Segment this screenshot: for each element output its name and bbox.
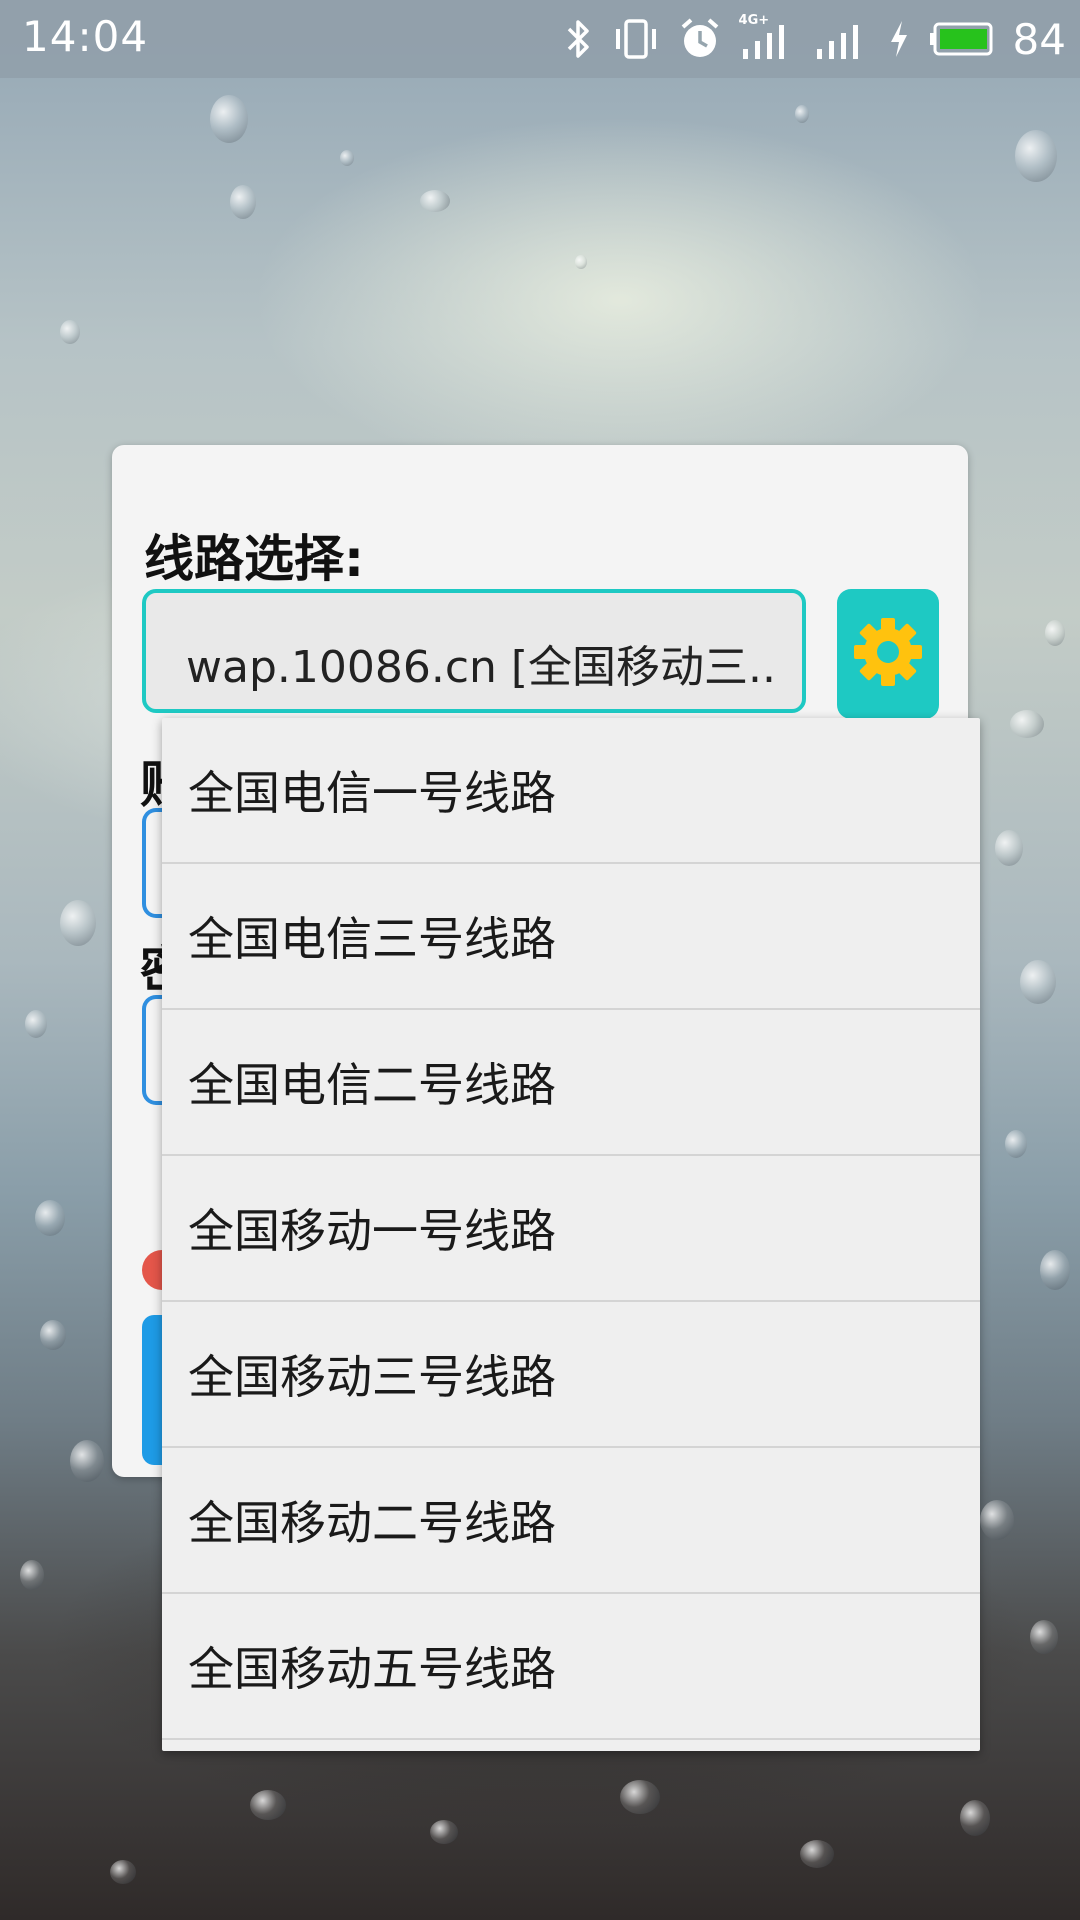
settings-button[interactable] [837, 589, 939, 719]
dropdown-item[interactable]: 全国电信三号线路 [162, 864, 980, 1010]
line-select-dropdown[interactable]: wap.10086.cn [全国移动三.. [142, 589, 806, 713]
vibrate-icon [611, 17, 661, 61]
line-select-label: 线路选择: [144, 530, 364, 588]
status-icons: 4G+ 84 [563, 10, 1066, 68]
line-select-value: wap.10086.cn [全国移动三.. [186, 642, 777, 693]
bluetooth-icon [563, 17, 593, 61]
battery-icon [929, 19, 995, 59]
charging-icon [887, 17, 911, 61]
alarm-icon [679, 17, 721, 61]
status-bar: 14:04 4G+ 84 [0, 0, 1080, 78]
dropdown-item[interactable]: 全国移动三号线路 [162, 1302, 980, 1448]
dropdown-item[interactable]: 全国移动二号线路 [162, 1448, 980, 1594]
dropdown-item[interactable]: 全国移动五号线路 [162, 1594, 980, 1740]
network-type-label: 4G+ [738, 13, 770, 28]
dropdown-item[interactable]: 全国电信二号线路 [162, 1010, 980, 1156]
signal-icon [813, 17, 869, 61]
gear-icon [851, 615, 925, 693]
signal-4g-icon: 4G+ [739, 13, 795, 61]
dropdown-item[interactable]: 全国电信一号线路 [162, 718, 980, 864]
dropdown-item[interactable]: 全国移动一号线路 [162, 1156, 980, 1302]
battery-level: 84 [1012, 14, 1066, 64]
status-time: 14:04 [22, 12, 149, 61]
line-dropdown-list: 全国电信一号线路 全国电信三号线路 全国电信二号线路 全国移动一号线路 全国移动… [162, 718, 980, 1751]
